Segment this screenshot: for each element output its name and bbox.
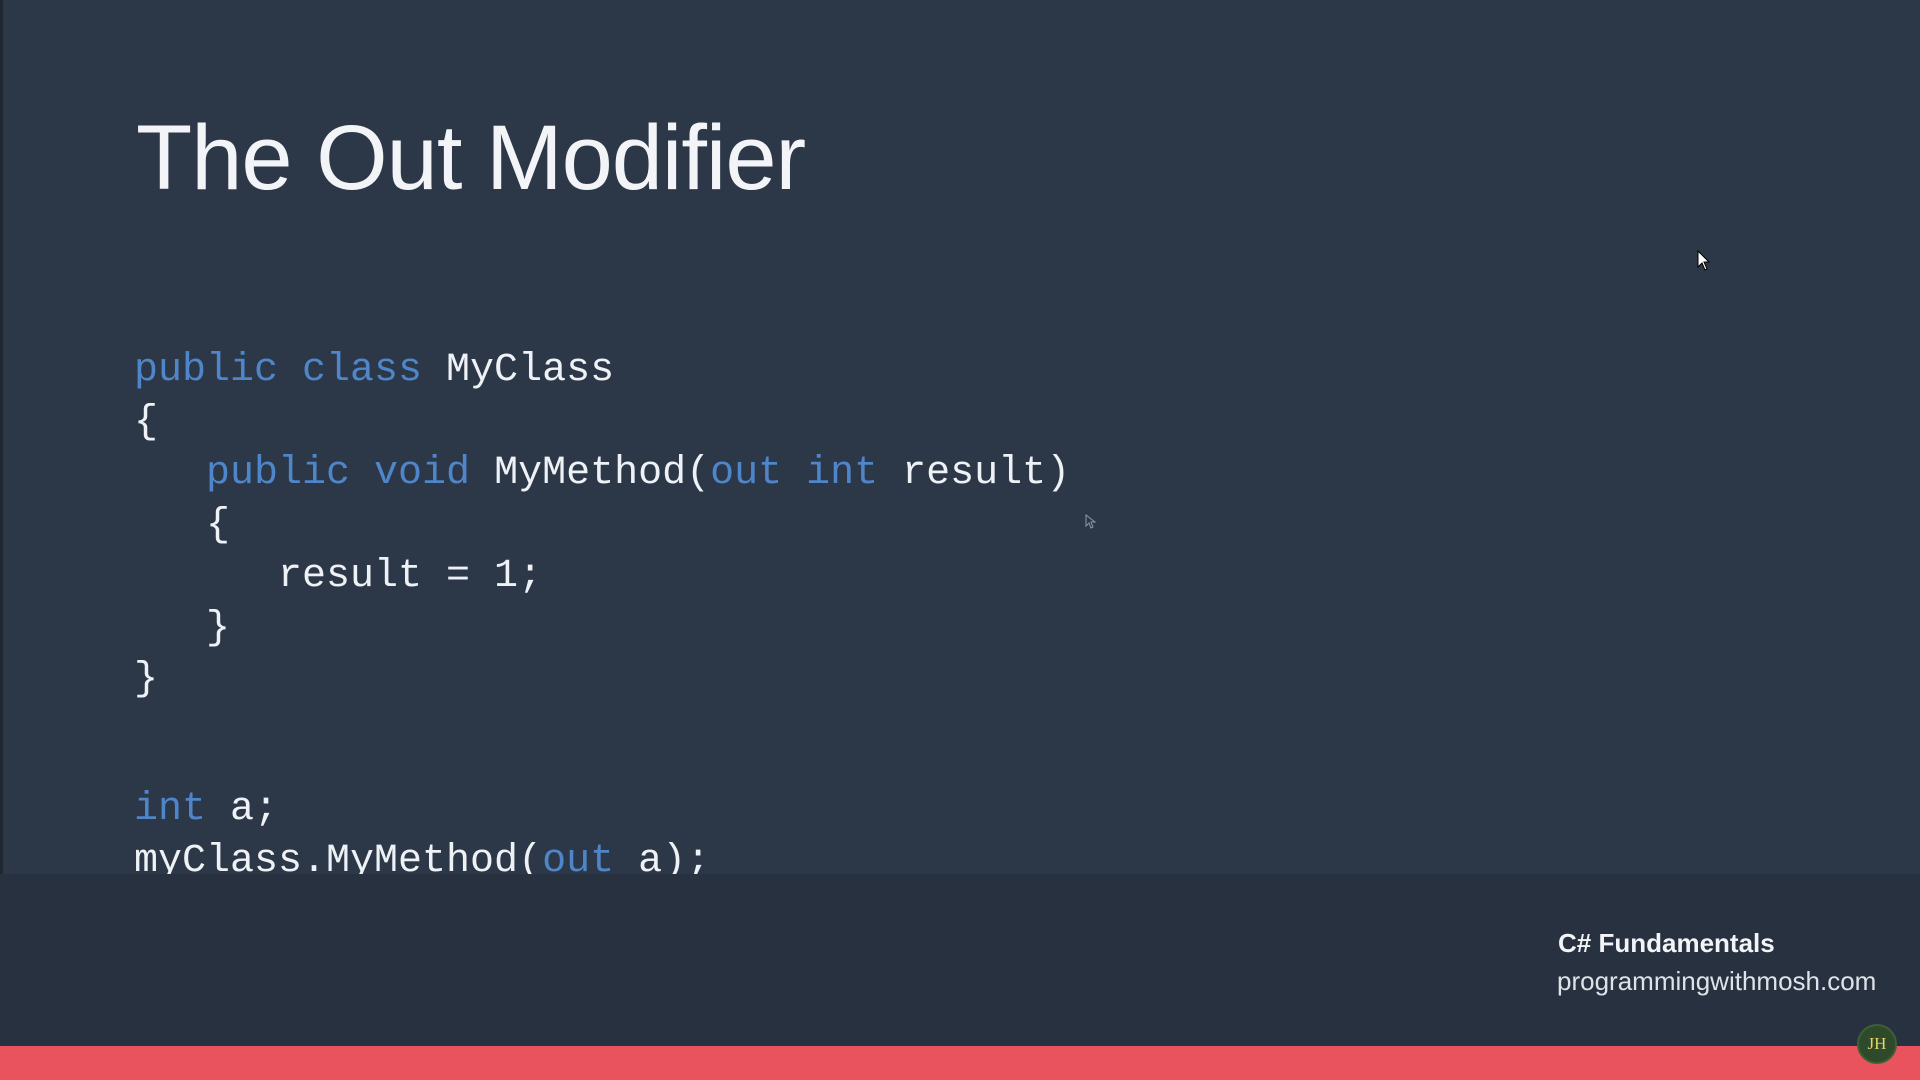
code-text: MyMethod( — [470, 451, 711, 496]
code-text: { — [134, 503, 231, 548]
code-text: } — [134, 606, 231, 651]
code-text: } — [134, 657, 159, 702]
code-line: public class MyClass — [134, 345, 614, 397]
code-keyword: int — [134, 787, 207, 832]
code-text: result = 1; — [134, 554, 543, 599]
code-line: { — [134, 500, 230, 552]
code-text: { — [134, 400, 159, 445]
code-line: { — [134, 397, 158, 449]
slide-title: The Out Modifier — [136, 107, 806, 209]
code-line: result = 1; — [134, 551, 542, 603]
code-line: } — [134, 654, 158, 706]
code-keyword: public void — [206, 451, 471, 496]
code-line: } — [134, 603, 230, 655]
code-keyword: public class — [134, 348, 423, 393]
code-text: MyClass — [422, 348, 615, 393]
avatar[interactable]: JH — [1857, 1024, 1897, 1064]
code-text: a; — [206, 787, 279, 832]
code-line: int a; — [134, 784, 278, 836]
course-title: C# Fundamentals — [1558, 928, 1775, 958]
code-keyword: out int — [710, 451, 879, 496]
footer-band — [0, 874, 1920, 1046]
code-line: public void MyMethod(out int result) — [134, 448, 1070, 500]
code-text: result) — [878, 451, 1071, 496]
slide: The Out Modifier public class MyClass{ p… — [0, 0, 1920, 1080]
progress-bar[interactable] — [0, 1046, 1920, 1080]
site-url[interactable]: programmingwithmosh.com — [1557, 966, 1876, 997]
